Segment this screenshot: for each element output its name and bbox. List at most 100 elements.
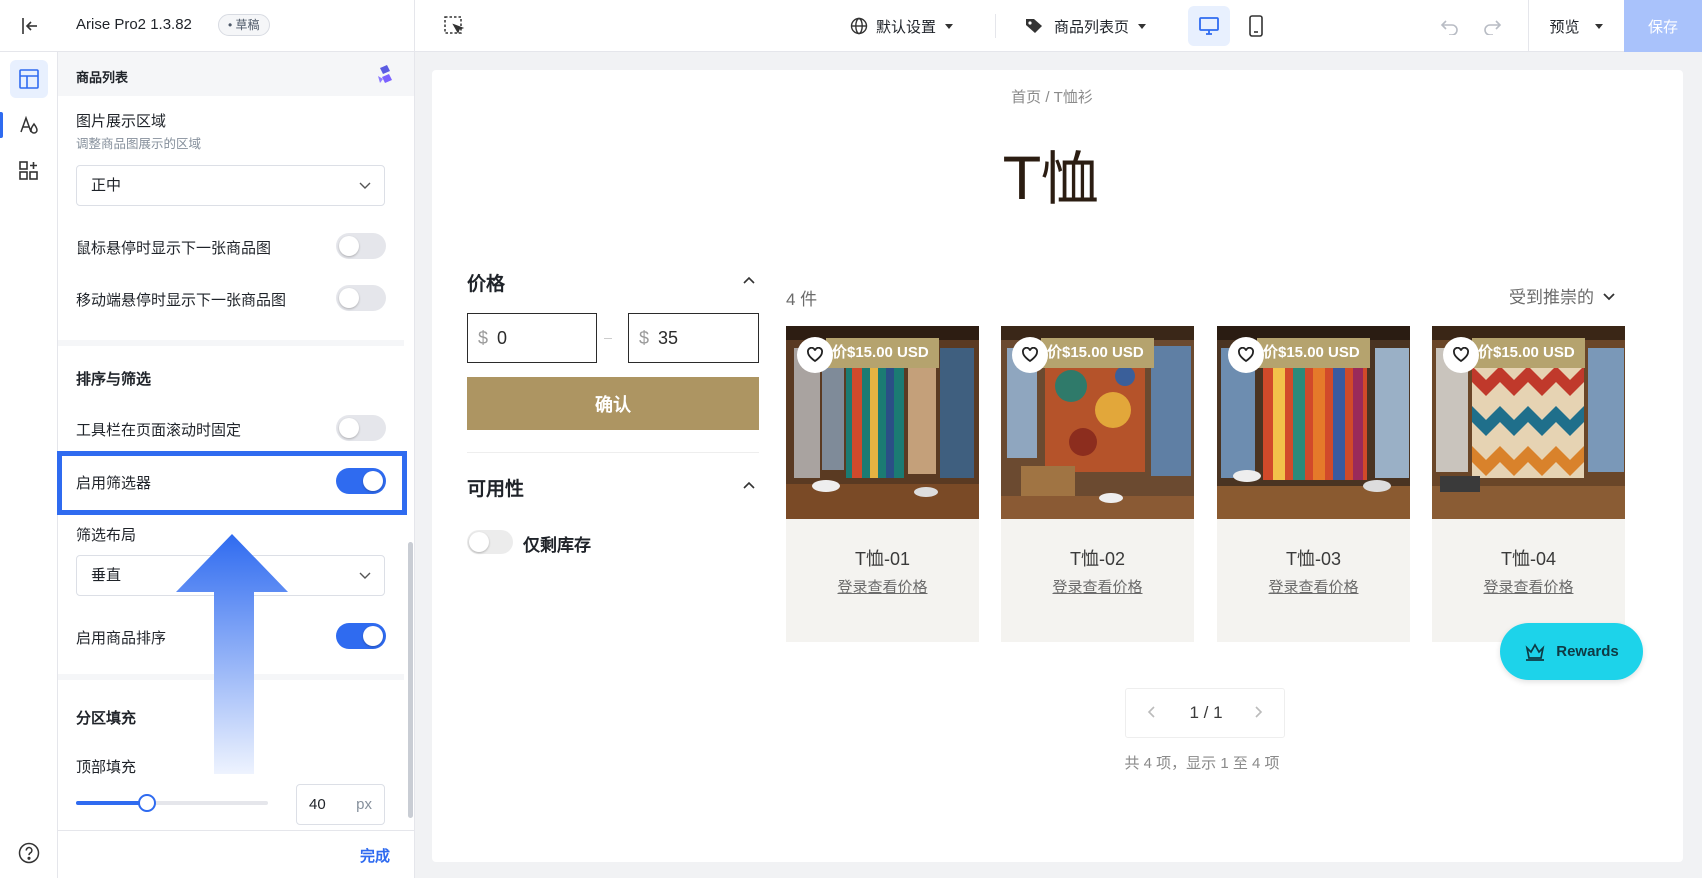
theme-settings-select[interactable]: 默认设置 (850, 12, 954, 40)
wishlist-heart-icon[interactable] (1228, 337, 1264, 373)
price-badge: 价$15.00 USD (1041, 338, 1154, 368)
top-padding-slider[interactable] (76, 794, 268, 812)
mobile-hover-next-image-label: 移动端悬停时显示下一张商品图 (76, 292, 287, 309)
wishlist-heart-icon[interactable] (797, 337, 833, 373)
product-name[interactable]: T恤-04 (1432, 545, 1625, 571)
price-badge: 价$15.00 USD (826, 338, 939, 368)
sort-select[interactable]: 受到推崇的 (1509, 283, 1616, 308)
caret-down-icon (945, 24, 954, 29)
product-card[interactable]: 价$15.00 USD T恤-01 登录查看价格 (786, 326, 979, 642)
caret-down-icon (1138, 24, 1147, 29)
theme-settings-label: 默认设置 (876, 18, 937, 36)
mobile-view-button[interactable] (1236, 6, 1276, 46)
toggle-knob (339, 236, 359, 256)
wishlist-heart-icon[interactable] (1443, 337, 1479, 373)
redo-icon[interactable] (1478, 12, 1506, 40)
slider-fill (76, 801, 147, 805)
sticky-toolbar-toggle[interactable] (336, 415, 386, 441)
image-area-label: 图片展示区域 (76, 113, 167, 130)
toggle-knob (469, 532, 489, 552)
preview-button[interactable]: 预览 (1528, 0, 1624, 52)
toggle-knob (339, 418, 359, 438)
desktop-view-button[interactable] (1188, 6, 1230, 46)
in-stock-label: 仅剩库存 (523, 536, 591, 555)
availability-filter-title[interactable]: 可用性 (467, 474, 524, 501)
price-confirm-button[interactable]: 确认 (467, 377, 759, 430)
hover-next-image-toggle[interactable] (336, 233, 386, 259)
select-element-icon[interactable] (440, 12, 468, 40)
divider (414, 0, 415, 52)
top-padding-unit: px (356, 796, 372, 813)
min-price-input[interactable]: $ 0 (467, 313, 597, 363)
theme-style-icon[interactable] (10, 106, 48, 144)
rewards-button[interactable]: Rewards (1500, 623, 1643, 680)
mobile-icon (1249, 15, 1263, 37)
toggle-knob (339, 288, 359, 308)
globe-icon (850, 17, 868, 35)
exit-icon[interactable] (16, 12, 44, 40)
currency-symbol: $ (478, 328, 489, 348)
top-padding-input[interactable]: 40 px (296, 784, 385, 825)
chevron-up-icon[interactable] (742, 478, 756, 492)
filter-layout-label: 筛选布局 (76, 527, 137, 544)
collection-title: T恤 (1004, 145, 1100, 213)
chevron-up-icon[interactable] (742, 273, 756, 287)
price-badge: 价$15.00 USD (1257, 338, 1370, 368)
caret-down-icon (1594, 24, 1603, 29)
in-stock-toggle[interactable] (467, 530, 513, 554)
desktop-icon (1199, 17, 1219, 35)
login-for-price-link[interactable]: 登录查看价格 (786, 576, 979, 597)
app-logo-icon (374, 62, 398, 86)
product-card[interactable]: 价$15.00 USD T恤-03 登录查看价格 (1217, 326, 1410, 642)
crown-icon (1525, 642, 1545, 661)
done-button[interactable]: 完成 (360, 845, 390, 866)
chevron-right-icon[interactable] (1252, 705, 1264, 719)
price-badge: 价$15.00 USD (1472, 338, 1585, 368)
enable-filter-toggle[interactable] (336, 468, 386, 494)
save-button[interactable]: 保存 (1624, 0, 1702, 52)
breadcrumb[interactable]: 首页 / T恤衫 (432, 86, 1672, 107)
panel-footer: 完成 (58, 830, 414, 878)
login-for-price-link[interactable]: 登录查看价格 (1001, 576, 1194, 597)
top-padding-value: 40 (309, 796, 326, 813)
panel-scrollbar[interactable] (408, 542, 413, 818)
price-range-dash (604, 338, 612, 339)
sidebar-rail (0, 52, 58, 878)
page-template-select[interactable]: 商品列表页 (1024, 12, 1147, 40)
toggle-knob (363, 626, 383, 646)
image-area-select[interactable]: 正中 (76, 165, 385, 206)
product-name[interactable]: T恤-02 (1001, 545, 1194, 571)
draft-badge: • 草稿 (218, 14, 270, 36)
section-divider (58, 340, 404, 346)
annotation-arrow (176, 534, 288, 774)
padding-section-title: 分区填充 (76, 710, 137, 727)
enable-sorting-toggle[interactable] (336, 623, 386, 649)
filter-layout-value: 垂直 (91, 567, 122, 584)
store-preview-canvas: 首页 / T恤衫 T恤 价格 $ 0 $ 35 确认 可用性 仅剩库存 4 件 … (432, 70, 1683, 862)
product-name[interactable]: T恤-01 (786, 545, 979, 571)
wishlist-heart-icon[interactable] (1012, 337, 1048, 373)
price-filter-title[interactable]: 价格 (467, 269, 505, 296)
app-name: Arise Pro2 1.3.82 (76, 16, 192, 33)
product-name[interactable]: T恤-03 (1217, 545, 1410, 571)
apps-icon[interactable] (10, 152, 48, 190)
image-area-hint: 调整商品图展示的区域 (76, 137, 202, 151)
tag-icon (1026, 19, 1042, 33)
max-price-input[interactable]: $ 35 (628, 313, 759, 363)
help-icon[interactable] (18, 842, 40, 864)
product-card[interactable]: 价$15.00 USD T恤-04 登录查看价格 (1432, 326, 1625, 642)
sorting-section-title: 排序与筛选 (76, 371, 152, 388)
chevron-down-icon (359, 572, 371, 579)
top-padding-label: 顶部填充 (76, 759, 137, 776)
product-card[interactable]: 价$15.00 USD T恤-02 登录查看价格 (1001, 326, 1194, 642)
image-area-value: 正中 (91, 177, 122, 194)
undo-icon[interactable] (1436, 12, 1464, 40)
sections-layout-icon[interactable] (10, 60, 48, 98)
rewards-label: Rewards (1556, 643, 1619, 660)
min-price-value: 0 (497, 328, 508, 348)
slider-thumb[interactable] (138, 794, 156, 812)
login-for-price-link[interactable]: 登录查看价格 (1217, 576, 1410, 597)
hover-next-image-label: 鼠标悬停时显示下一张商品图 (76, 240, 272, 257)
mobile-hover-next-image-toggle[interactable] (336, 285, 386, 311)
login-for-price-link[interactable]: 登录查看价格 (1432, 576, 1625, 597)
